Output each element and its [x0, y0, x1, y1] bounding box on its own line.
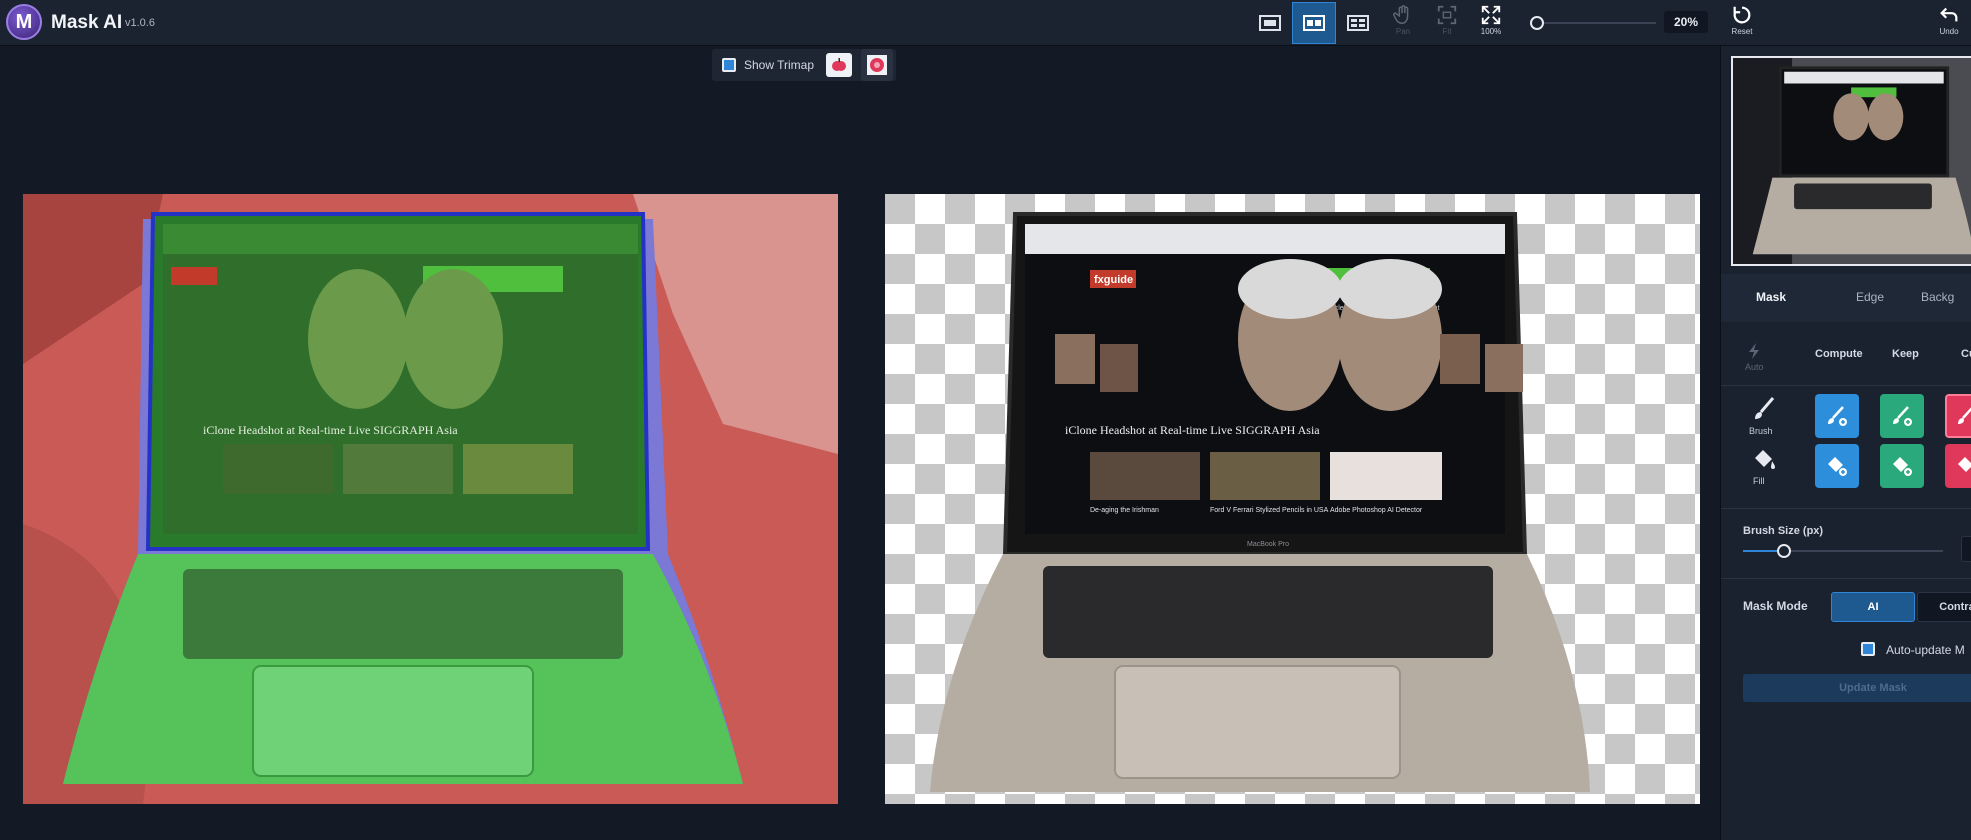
- brush-icon: [1755, 397, 1775, 419]
- right-sidebar: Mask Edge Backg Auto Compute Keep Cu Bru…: [1720, 46, 1971, 840]
- brush-add-icon: [1828, 406, 1847, 426]
- cut-mode-button[interactable]: Cu: [1961, 348, 1971, 360]
- keep-brush-button[interactable]: [1880, 394, 1924, 438]
- mask-mode-ai[interactable]: AI: [1831, 592, 1915, 622]
- auto-update-checkbox[interactable]: [1861, 642, 1875, 656]
- show-trimap-label: Show Trimap: [744, 58, 815, 72]
- sidebar-tabs: Mask Edge Backg: [1721, 274, 1971, 322]
- reset-button[interactable]: Reset: [1721, 2, 1763, 44]
- mask-tool-modes: Auto Compute Keep Cu: [1721, 336, 1971, 386]
- divider: [1721, 508, 1971, 509]
- mask-mode-label: Mask Mode: [1743, 599, 1808, 613]
- trimap-overlay-icon: [867, 55, 887, 75]
- auto-mode-button[interactable]: Auto: [1745, 342, 1764, 372]
- brush-tool[interactable]: [1751, 396, 1777, 427]
- trimap-image: iClone Headshot at Real-time Live SIGGRA…: [23, 194, 838, 804]
- fill-add-icon: [1828, 457, 1847, 476]
- top-bar: M Mask AI v1.0.6 Pan Fit 100% 20% Reset …: [0, 0, 1971, 46]
- fill-keep-icon: [1893, 457, 1912, 476]
- navigator-thumbnail[interactable]: [1731, 56, 1971, 266]
- pan-tool[interactable]: Pan: [1382, 2, 1424, 44]
- single-view-icon: [1259, 15, 1281, 31]
- brush-cut-icon: [1958, 407, 1971, 424]
- pan-label: Pan: [1395, 27, 1411, 36]
- compute-mode-button[interactable]: Compute: [1815, 348, 1863, 360]
- mask-mode-contrast[interactable]: Contra: [1917, 592, 1971, 622]
- side-by-side-view-button[interactable]: [1292, 2, 1336, 44]
- logo-letter: M: [15, 10, 33, 33]
- app-logo: M: [6, 4, 42, 40]
- fill-cut-icon: [1958, 457, 1971, 472]
- undo-icon: [1940, 7, 1958, 22]
- reset-label: Reset: [1731, 27, 1753, 36]
- tab-mask[interactable]: Mask: [1756, 290, 1786, 304]
- output-image: fxguide articles podcasts forums account…: [885, 194, 1700, 804]
- output-preview-panel[interactable]: fxguide articles podcasts forums account…: [885, 194, 1700, 804]
- tab-background[interactable]: Backg: [1921, 290, 1954, 304]
- fit-icon: [1437, 5, 1457, 25]
- brush-tools-row: Brush: [1721, 394, 1971, 442]
- brush-size-slider-handle[interactable]: [1777, 544, 1791, 558]
- show-trimap-checkbox[interactable]: [722, 58, 736, 72]
- apple-icon: [832, 58, 846, 71]
- zoom-slider-handle[interactable]: [1530, 16, 1544, 30]
- split-view-button[interactable]: [1336, 2, 1380, 44]
- split-view-icon: [1347, 15, 1369, 31]
- divider: [1721, 578, 1971, 579]
- trimap-color-button[interactable]: [826, 53, 852, 77]
- navigator-image: [1733, 58, 1971, 264]
- compute-brush-button[interactable]: [1815, 394, 1859, 438]
- auto-update-label: Auto-update M: [1886, 643, 1965, 657]
- keep-mode-button[interactable]: Keep: [1892, 348, 1919, 360]
- cut-brush-button[interactable]: [1945, 394, 1971, 438]
- brush-size-label: Brush Size (px): [1743, 525, 1824, 537]
- undo-button[interactable]: Undo: [1928, 2, 1970, 44]
- fit-tool[interactable]: Fit: [1426, 2, 1468, 44]
- keep-fill-button[interactable]: [1880, 444, 1924, 488]
- site-card-1: De-aging the Irishman: [1090, 507, 1159, 514]
- fill-tool[interactable]: [1751, 448, 1777, 477]
- screen-headline-output: iClone Headshot at Real-time Live SIGGRA…: [1065, 423, 1320, 437]
- reset-icon: [1733, 6, 1751, 24]
- undo-label: Undo: [1939, 27, 1959, 36]
- zoom-100-tool[interactable]: 100%: [1470, 2, 1512, 44]
- trimap-overlay-button[interactable]: [861, 49, 893, 81]
- side-by-side-view-icon: [1303, 15, 1325, 31]
- zoom-100-label: 100%: [1480, 27, 1502, 36]
- screen-headline: iClone Headshot at Real-time Live SIGGRA…: [203, 423, 458, 437]
- fill-label: Fill: [1753, 476, 1765, 486]
- zoom-value[interactable]: 20%: [1664, 11, 1708, 33]
- cut-fill-button[interactable]: [1945, 444, 1971, 488]
- site-card-3: Adobe Photoshop AI Detector: [1330, 507, 1423, 514]
- fill-tools-row: Fill: [1721, 444, 1971, 492]
- lightning-icon: [1749, 343, 1760, 359]
- zoom-slider-track[interactable]: [1536, 22, 1656, 24]
- site-logo: fxguide: [1094, 274, 1133, 286]
- laptop-label: MacBook Pro: [1247, 541, 1289, 548]
- brush-keep-icon: [1893, 406, 1912, 426]
- tab-edge[interactable]: Edge: [1856, 290, 1884, 304]
- fit-label: Fit: [1442, 27, 1452, 36]
- expand-icon: [1481, 5, 1501, 25]
- brush-size-input[interactable]: [1961, 536, 1971, 562]
- app-title: Mask AI: [51, 12, 123, 33]
- app-version: v1.0.6: [125, 17, 155, 29]
- update-mask-button[interactable]: Update Mask: [1743, 674, 1971, 702]
- single-view-button[interactable]: [1248, 2, 1292, 44]
- auto-mode-label: Auto: [1745, 362, 1764, 372]
- compute-fill-button[interactable]: [1815, 444, 1859, 488]
- brush-label: Brush: [1749, 426, 1773, 436]
- hand-icon: [1393, 5, 1409, 24]
- site-card-2: Ford V Ferrari Stylized Pencils in USA: [1210, 507, 1329, 514]
- trimap-preview-panel[interactable]: iClone Headshot at Real-time Live SIGGRA…: [23, 194, 838, 804]
- bucket-icon: [1755, 450, 1775, 469]
